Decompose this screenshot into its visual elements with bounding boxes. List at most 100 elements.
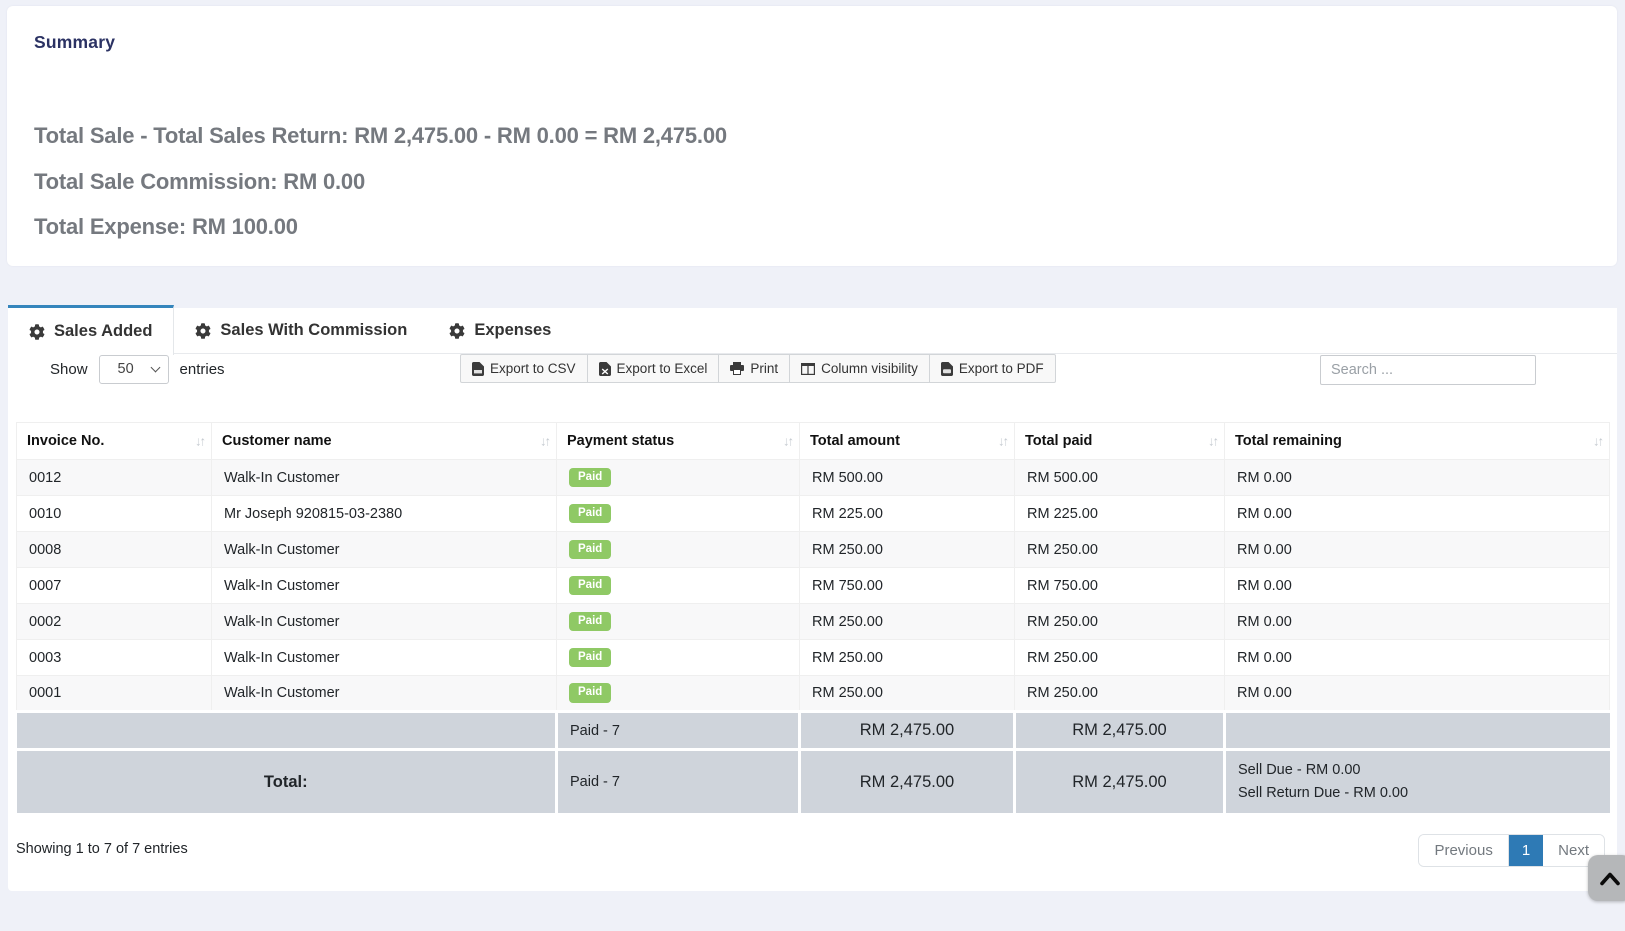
button-label: Export to Excel <box>617 361 708 376</box>
total-remaining-cell: RM 0.00 <box>1225 568 1610 604</box>
total-paid-cell: RM 250.00 <box>1015 676 1225 712</box>
table-row: 0002 Walk-In Customer Paid RM 250.00 RM … <box>17 604 1610 640</box>
table-row: 0001 Walk-In Customer Paid RM 250.00 RM … <box>17 676 1610 712</box>
table-row: 0003 Walk-In Customer Paid RM 250.00 RM … <box>17 640 1610 676</box>
summary-title: Summary <box>34 32 115 53</box>
invoice-no-cell: 0002 <box>17 604 212 640</box>
status-badge: Paid <box>569 468 611 488</box>
button-label: Print <box>750 361 778 376</box>
total-remaining-cell: Sell Due - RM 0.00 Sell Return Due - RM … <box>1225 750 1610 814</box>
sort-icon: ↓↑ <box>998 434 1007 449</box>
gear-icon <box>195 323 211 339</box>
invoice-no-cell: 0007 <box>17 568 212 604</box>
table-row: 0008 Walk-In Customer Paid RM 250.00 RM … <box>17 532 1610 568</box>
tab-sales-added[interactable]: Sales Added <box>8 305 174 355</box>
file-excel-icon <box>599 362 611 376</box>
total-expense-line: Total Expense: RM 100.00 <box>34 214 298 240</box>
column-visibility-button[interactable]: Column visibility <box>789 354 930 383</box>
total-sale-line: Total Sale - Total Sales Return: RM 2,47… <box>34 123 727 149</box>
button-label: Export to CSV <box>490 361 576 376</box>
status-badge: Paid <box>569 540 611 560</box>
status-badge: Paid <box>569 612 611 632</box>
total-paid-cell: RM 500.00 <box>1015 460 1225 496</box>
column-header-payment-status[interactable]: Payment status↓↑ <box>557 423 800 460</box>
payment-status-cell: Paid <box>557 676 800 712</box>
total-paid-cell: RM 750.00 <box>1015 568 1225 604</box>
customer-name-cell: Mr Joseph 920815-03-2380 <box>212 496 557 532</box>
total-remaining-cell: RM 0.00 <box>1225 460 1610 496</box>
payment-status-cell: Paid <box>557 496 800 532</box>
export-csv-button[interactable]: Export to CSV <box>460 354 588 383</box>
payment-status-cell: Paid <box>557 532 800 568</box>
gear-icon <box>29 324 45 340</box>
total-amount-cell: RM 250.00 <box>800 532 1015 568</box>
scroll-to-top-button[interactable] <box>1588 855 1625 901</box>
payment-status-cell: Paid <box>557 604 800 640</box>
subtotal-paid-cell: RM 2,475.00 <box>1015 712 1225 750</box>
payment-status-cell: Paid <box>557 640 800 676</box>
export-excel-button[interactable]: Export to Excel <box>587 354 720 383</box>
columns-icon <box>801 363 815 375</box>
total-row: Total: Paid - 7 RM 2,475.00 RM 2,475.00 … <box>17 750 1610 814</box>
search-input[interactable] <box>1320 355 1536 385</box>
total-label-cell: Total: <box>17 750 557 814</box>
showing-entries-info: Showing 1 to 7 of 7 entries <box>16 841 188 857</box>
file-csv-icon <box>472 362 484 376</box>
tab-expenses[interactable]: Expenses <box>428 308 572 353</box>
tab-sales-with-commission[interactable]: Sales With Commission <box>174 308 428 353</box>
print-button[interactable]: Print <box>718 354 790 383</box>
column-header-total-amount[interactable]: Total amount↓↑ <box>800 423 1015 460</box>
button-label: Column visibility <box>821 361 918 376</box>
column-header-invoice-no[interactable]: Invoice No.↓↑ <box>17 423 212 460</box>
total-sale-commission-line: Total Sale Commission: RM 0.00 <box>34 169 365 195</box>
total-amount-cell: RM 500.00 <box>800 460 1015 496</box>
printer-icon <box>730 362 744 375</box>
column-header-customer-name[interactable]: Customer name↓↑ <box>212 423 557 460</box>
table-row: 0012 Walk-In Customer Paid RM 500.00 RM … <box>17 460 1610 496</box>
subtotal-row: Paid - 7 RM 2,475.00 RM 2,475.00 <box>17 712 1610 750</box>
subtotal-status-cell: Paid - 7 <box>557 712 800 750</box>
tab-label: Expenses <box>474 321 551 340</box>
customer-name-cell: Walk-In Customer <box>212 640 557 676</box>
payment-status-cell: Paid <box>557 568 800 604</box>
file-pdf-icon <box>941 362 953 376</box>
entries-select[interactable]: 50 <box>99 355 169 384</box>
column-header-total-remaining[interactable]: Total remaining↓↑ <box>1225 423 1610 460</box>
page-1-button[interactable]: 1 <box>1509 835 1543 866</box>
invoice-no-cell: 0003 <box>17 640 212 676</box>
sales-table: Invoice No.↓↑ Customer name↓↑ Payment st… <box>16 422 1610 813</box>
total-paid-cell: RM 225.00 <box>1015 496 1225 532</box>
total-status-cell: Paid - 7 <box>557 750 800 814</box>
export-button-group: Export to CSV Export to Excel Print Colu… <box>460 354 1056 383</box>
table-body: 0012 Walk-In Customer Paid RM 500.00 RM … <box>17 460 1610 712</box>
table-header-row: Invoice No.↓↑ Customer name↓↑ Payment st… <box>17 423 1610 460</box>
sell-return-due-line: Sell Return Due - RM 0.00 <box>1238 782 1598 805</box>
chevron-up-icon <box>1599 871 1621 886</box>
report-panel: Sales Added Sales With Commission Expens… <box>8 308 1617 891</box>
previous-page-button[interactable]: Previous <box>1419 835 1508 866</box>
payment-status-cell: Paid <box>557 460 800 496</box>
customer-name-cell: Walk-In Customer <box>212 568 557 604</box>
total-remaining-cell: RM 0.00 <box>1225 496 1610 532</box>
pagination: Previous 1 Next <box>1418 834 1605 867</box>
sort-icon: ↓↑ <box>195 434 204 449</box>
total-remaining-cell: RM 0.00 <box>1225 604 1610 640</box>
invoice-no-cell: 0008 <box>17 532 212 568</box>
export-pdf-button[interactable]: Export to PDF <box>929 354 1056 383</box>
page-length-control: Show 50 entries <box>50 354 225 384</box>
sort-icon: ↓↑ <box>540 434 549 449</box>
customer-name-cell: Walk-In Customer <box>212 460 557 496</box>
status-badge: Paid <box>569 683 611 703</box>
total-remaining-cell: RM 0.00 <box>1225 640 1610 676</box>
invoice-no-cell: 0001 <box>17 676 212 712</box>
status-badge: Paid <box>569 648 611 668</box>
table-row: 0007 Walk-In Customer Paid RM 750.00 RM … <box>17 568 1610 604</box>
customer-name-cell: Walk-In Customer <box>212 532 557 568</box>
table-row: 0010 Mr Joseph 920815-03-2380 Paid RM 22… <box>17 496 1610 532</box>
subtotal-empty-cell <box>17 712 557 750</box>
sort-icon: ↓↑ <box>783 434 792 449</box>
column-header-total-paid[interactable]: Total paid↓↑ <box>1015 423 1225 460</box>
sort-icon: ↓↑ <box>1593 434 1602 449</box>
tab-label: Sales With Commission <box>220 321 407 340</box>
total-paid-cell: RM 250.00 <box>1015 604 1225 640</box>
